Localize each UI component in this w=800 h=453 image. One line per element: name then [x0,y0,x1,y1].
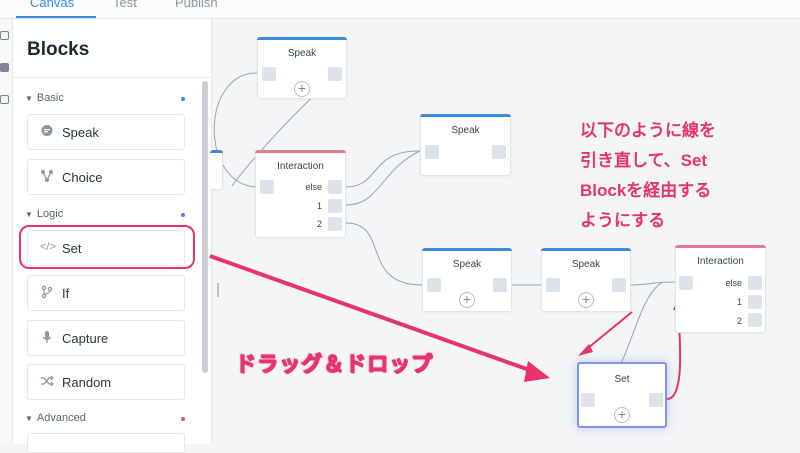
connection-line [345,150,421,206]
output-port[interactable] [612,278,626,292]
add-step-button[interactable]: + [614,407,630,423]
node-title: Speak [452,259,482,270]
node-header-bar [422,248,512,251]
input-port[interactable] [425,145,439,159]
speak-node[interactable]: Speak + [257,37,347,99]
speak-node[interactable]: Speak [420,114,511,176]
note-line: Blockを経由する [580,181,712,200]
drag-and-drop-label: ドラッグ＆ドロップ [235,353,433,377]
output-port-else[interactable] [328,180,342,194]
note-line: 以下のように線を [580,121,716,140]
add-step-button[interactable]: + [578,292,594,308]
interaction-node[interactable]: Interaction else 1 2 [675,245,766,333]
output-port[interactable] [493,278,507,292]
node-title: Set [614,374,630,385]
input-port[interactable] [679,276,693,290]
output-port-2[interactable] [748,313,762,327]
node-header-bar [257,37,347,40]
output-label-1: 1 [736,297,742,307]
node-header-bar [541,248,631,251]
output-port-1[interactable] [748,295,762,309]
node-header-bar [255,150,346,153]
input-port[interactable] [260,180,274,194]
output-label-else: else [305,182,322,192]
output-port-else[interactable] [748,276,762,290]
node-header-bar [210,150,223,153]
node-title: Speak [451,125,480,136]
note-line: ようにする [580,211,666,230]
input-port[interactable] [581,393,595,407]
output-port-1[interactable] [328,199,342,213]
speak-node[interactable]: Speak + [422,248,512,312]
connection-line [629,281,677,286]
connection-line [345,150,421,188]
node-title: Interaction [277,161,324,172]
input-port[interactable] [262,67,276,81]
node-title: Speak [571,259,601,270]
rewire-arrow [587,311,633,349]
output-label-1: 1 [316,201,322,211]
connection-line [345,222,423,286]
interaction-node[interactable]: Interaction else 1 2 [255,150,346,238]
output-port-2[interactable] [328,217,342,231]
instruction-note: 以下のように線を 引き直して、Set Blockを経由する ようにする [580,116,716,236]
node-header-bar [675,245,766,248]
output-port[interactable] [328,67,342,81]
input-port[interactable] [546,278,560,292]
node-header-bar [420,114,511,117]
drag-arrow-head [524,361,550,382]
note-line: 引き直して、Set [580,151,708,170]
node-title: Interaction [697,256,744,267]
add-step-button[interactable]: + [459,292,475,308]
input-port[interactable] [427,278,441,292]
output-label-else: else [725,278,742,288]
set-node-dropped[interactable]: Set + [577,362,667,428]
node-title: Speak [287,48,317,59]
output-port[interactable] [649,393,663,407]
output-port[interactable] [492,145,506,159]
partial-node[interactable] [210,150,223,190]
add-step-button[interactable]: + [294,81,310,97]
speak-node[interactable]: Speak + [541,248,631,312]
output-label-2: 2 [736,316,742,326]
output-label-2: 2 [316,219,322,229]
